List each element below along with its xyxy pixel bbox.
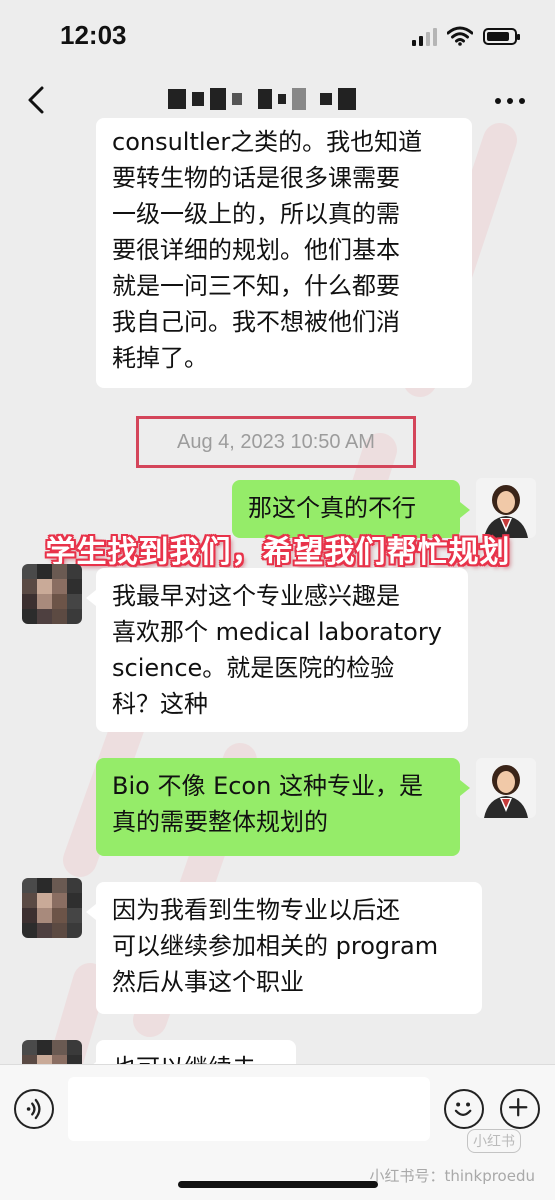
woman-avatar-icon xyxy=(476,758,536,818)
signal-icon xyxy=(412,26,437,46)
message-incoming: 因为我看到生物专业以后还 可以继续参加相关的 program 然后从事这个职业 xyxy=(86,882,482,1014)
message-line: 一级一级上的，所以真的需 xyxy=(112,200,400,228)
timestamp-highlight: Aug 4, 2023 10:50 AM xyxy=(136,416,416,468)
message-line: science。就是医院的检验 xyxy=(112,654,395,682)
message-line: 因为我看到生物专业以后还 xyxy=(112,896,400,924)
message-line: 要转生物的话是很多课需要 xyxy=(112,164,400,192)
message-line: 然后从事这个职业 xyxy=(112,968,304,996)
message-line: 要很详细的规划。他们基本 xyxy=(112,236,400,264)
chat-screen: 12:03 consultler之类的。我也知道 要转生物的话是很多课需要 一级… xyxy=(0,0,555,1200)
overlay-banner: 学生找到我们，希望我们帮忙规划 xyxy=(18,524,538,574)
timestamp: Aug 4, 2023 10:50 AM xyxy=(177,430,375,453)
watermark-text: 小红书号：thinkproedu xyxy=(369,1167,535,1185)
plus-icon[interactable] xyxy=(500,1089,540,1129)
home-indicator[interactable] xyxy=(178,1181,378,1188)
message-line: 我最早对这个专业感兴趣是 xyxy=(112,582,400,610)
message-line: Bio 不像 Econ 这种专业，是 xyxy=(112,772,423,800)
overlay-banner-text: 学生找到我们，希望我们帮忙规划 xyxy=(45,535,511,570)
message-incoming: consultler之类的。我也知道 要转生物的话是很多课需要 一级一级上的，所… xyxy=(96,118,472,388)
message-line: 可以继续参加相关的 program xyxy=(112,932,439,960)
message-outgoing: Bio 不像 Econ 这种专业，是 真的需要整体规划的 xyxy=(96,758,470,856)
status-time: 12:03 xyxy=(60,20,127,50)
message-line: 喜欢那个 medical laboratory xyxy=(112,618,442,646)
status-bar: 12:03 xyxy=(0,0,555,72)
message-line: 真的需要整体规划的 xyxy=(112,808,328,836)
message-line: 科？这种 xyxy=(112,690,208,718)
emoji-icon[interactable] xyxy=(444,1089,484,1129)
message-line: 就是一问三不知，什么都要 xyxy=(112,272,400,300)
wifi-icon xyxy=(447,26,473,46)
message-line: 我自己问。我不想被他们消 xyxy=(112,308,400,336)
input-bar: 小红书 小红书号：thinkproedu xyxy=(0,1064,555,1200)
message-line: 耗掉了。 xyxy=(112,344,208,372)
avatar-contact[interactable] xyxy=(22,878,82,938)
chat-title-redacted xyxy=(168,88,356,110)
battery-icon xyxy=(483,27,520,45)
message-line: consultler之类的。我也知道 xyxy=(112,128,423,156)
message-incoming: 我最早对这个专业感兴趣是 喜欢那个 medical laboratory sci… xyxy=(86,568,468,732)
avatar-self[interactable] xyxy=(476,758,536,818)
more-icon[interactable] xyxy=(495,86,529,116)
voice-icon[interactable] xyxy=(14,1089,54,1129)
avatar-contact[interactable] xyxy=(22,564,82,624)
watermark-logo: 小红书 xyxy=(467,1129,521,1153)
message-input[interactable] xyxy=(68,1077,430,1141)
back-icon[interactable] xyxy=(20,82,56,118)
status-icons xyxy=(412,26,520,46)
message-line: 那这个真的不行 xyxy=(248,494,416,522)
